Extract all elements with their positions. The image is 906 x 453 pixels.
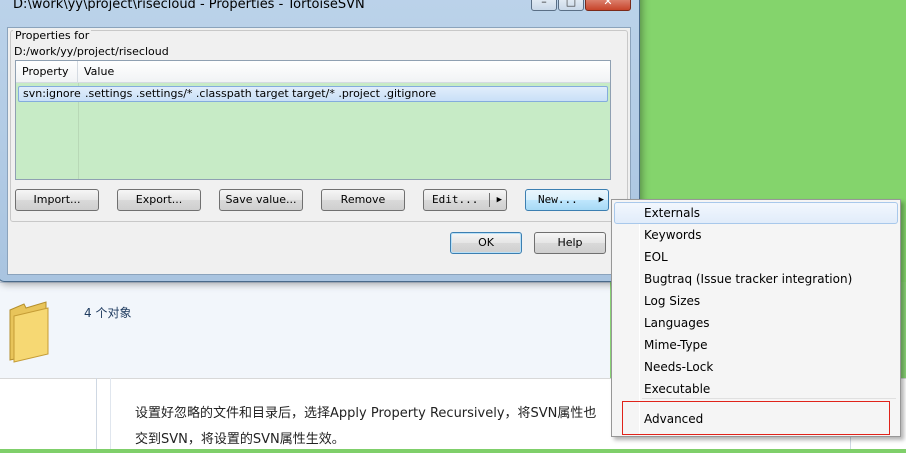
article-rule xyxy=(96,378,97,449)
article-text: 设置好忽略的文件和目录后，选择Apply Property Recursivel… xyxy=(135,401,615,453)
menu-item-eol[interactable]: EOL xyxy=(614,246,898,268)
menu-separator xyxy=(642,398,896,399)
row-value: .settings .settings/* .classpath target … xyxy=(85,87,437,100)
menu-item-mime-type[interactable]: Mime-Type xyxy=(614,334,898,356)
new-split-button[interactable]: New... ▶ xyxy=(525,189,609,211)
edit-split-button[interactable]: Edit... ▶ xyxy=(423,189,507,211)
dialog-client-area: Properties for D:/work/yy/project/risecl… xyxy=(7,27,631,275)
article-line-1: 设置好忽略的文件和目录后，选择Apply Property Recursivel… xyxy=(135,406,597,421)
ok-button[interactable]: OK xyxy=(450,232,522,254)
row-property: svn:ignore xyxy=(23,87,81,100)
close-button[interactable]: ✕ xyxy=(585,0,631,11)
folder-icon xyxy=(9,301,49,363)
close-icon: ✕ xyxy=(603,0,613,8)
column-header-value[interactable]: Value xyxy=(78,61,612,83)
column-header-property[interactable]: Property xyxy=(16,61,78,83)
properties-list[interactable]: Property Value svn:ignore .settings .set… xyxy=(15,60,611,180)
group-label: Properties for xyxy=(13,29,92,42)
annotation-highlight-box xyxy=(622,401,890,435)
menu-item-executable[interactable]: Executable xyxy=(614,378,898,400)
chevron-right-icon[interactable]: ▶ xyxy=(497,190,502,210)
maximize-icon: □ xyxy=(565,0,577,8)
menu-item-languages[interactable]: Languages xyxy=(614,312,898,334)
chevron-right-icon[interactable]: ▶ xyxy=(599,190,604,210)
menu-item-needs-lock[interactable]: Needs-Lock xyxy=(614,356,898,378)
list-header: Property Value xyxy=(16,61,610,83)
export-button[interactable]: Export... xyxy=(117,189,201,211)
menu-item-externals[interactable]: Externals xyxy=(614,202,898,224)
properties-dialog: D:\work\yy\project\risecloud - Propertie… xyxy=(0,0,640,282)
menu-item-log-sizes[interactable]: Log Sizes xyxy=(614,290,898,312)
save-value-button[interactable]: Save value... xyxy=(219,189,303,211)
path-label: D:/work/yy/project/risecloud xyxy=(14,45,169,58)
title-bar[interactable]: D:\work\yy\project\risecloud - Propertie… xyxy=(0,0,639,17)
import-button[interactable]: Import... xyxy=(15,189,99,211)
minimize-icon: – xyxy=(541,0,547,8)
menu-item-bugtraq[interactable]: Bugtraq (Issue tracker integration) xyxy=(614,268,898,290)
objects-count: 4 个对象 xyxy=(84,306,132,320)
article-rule xyxy=(110,378,111,449)
menu-item-keywords[interactable]: Keywords xyxy=(614,224,898,246)
table-row[interactable]: svn:ignore .settings .settings/* .classp… xyxy=(18,86,608,102)
properties-groupbox: Properties for D:/work/yy/project/risecl… xyxy=(10,29,628,222)
maximize-button[interactable]: □ xyxy=(558,0,584,11)
window-title: D:\work\yy\project\risecloud - Propertie… xyxy=(13,0,365,12)
help-button[interactable]: Help xyxy=(534,232,606,254)
minimize-button[interactable]: – xyxy=(531,0,557,11)
remove-button[interactable]: Remove xyxy=(321,189,405,211)
article-line-2: 交到SVN，将设置的SVN属性生效。 xyxy=(135,432,345,447)
edit-button-label: Edit... xyxy=(432,193,479,206)
new-button-label: New... xyxy=(538,193,578,206)
split-separator xyxy=(489,193,490,207)
